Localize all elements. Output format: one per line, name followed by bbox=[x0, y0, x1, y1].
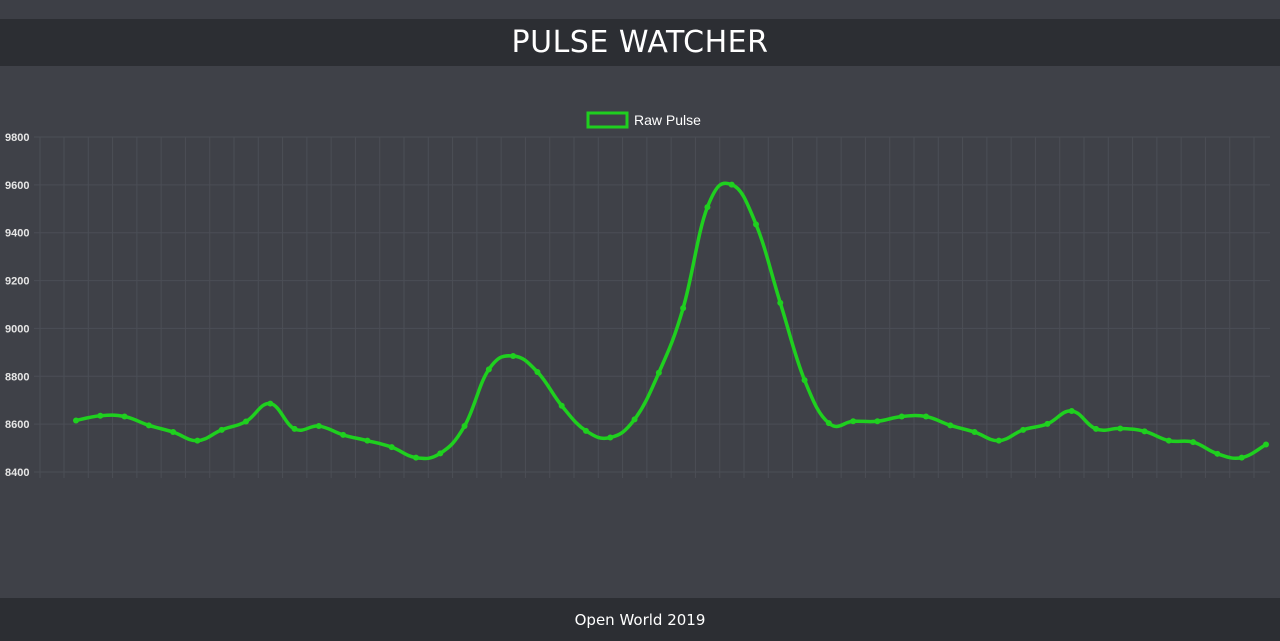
data-point[interactable] bbox=[243, 418, 249, 425]
y-axis: 9800 9600 9400 9200 9000 8800 8600 8400 bbox=[5, 132, 29, 479]
data-point[interactable] bbox=[704, 204, 711, 211]
data-point[interactable] bbox=[728, 181, 735, 188]
data-point[interactable] bbox=[510, 352, 517, 359]
data-point[interactable] bbox=[534, 368, 541, 375]
header-bar: PULSE WATCHER bbox=[0, 19, 1280, 66]
data-point[interactable] bbox=[801, 377, 808, 384]
data-point[interactable] bbox=[631, 416, 638, 423]
chart-area: 9800 9600 9400 9200 9000 8800 8600 8400 Raw Pul… bbox=[0, 66, 1280, 598]
data-point[interactable] bbox=[777, 299, 784, 306]
data-point[interactable] bbox=[947, 422, 954, 429]
data-point[interactable] bbox=[485, 366, 492, 373]
data-point[interactable] bbox=[971, 429, 978, 436]
data-point[interactable] bbox=[753, 221, 759, 228]
data-point[interactable] bbox=[1068, 407, 1075, 414]
y-tick-label: 9000 bbox=[5, 323, 29, 335]
y-tick-label: 9200 bbox=[5, 276, 29, 288]
footer-bar: Open World 2019 bbox=[0, 598, 1280, 641]
data-point[interactable] bbox=[655, 369, 662, 376]
legend-swatch bbox=[586, 111, 629, 129]
data-point[interactable] bbox=[1263, 441, 1269, 448]
data-point[interactable] bbox=[898, 413, 905, 420]
data-point[interactable] bbox=[388, 444, 395, 451]
y-tick-label: 8400 bbox=[5, 467, 29, 479]
data-point[interactable] bbox=[73, 417, 79, 424]
data-point[interactable] bbox=[680, 305, 687, 312]
data-point[interactable] bbox=[121, 413, 128, 420]
y-tick-label: 9800 bbox=[5, 132, 29, 144]
data-point[interactable] bbox=[923, 413, 929, 420]
data-point[interactable] bbox=[1020, 426, 1027, 433]
data-point[interactable] bbox=[607, 434, 614, 441]
data-point[interactable] bbox=[291, 425, 298, 432]
footer-text: Open World 2019 bbox=[574, 610, 706, 629]
data-point[interactable] bbox=[825, 420, 832, 427]
data-point[interactable] bbox=[558, 402, 565, 409]
page-title: PULSE WATCHER bbox=[511, 25, 769, 60]
grid bbox=[34, 136, 1270, 478]
y-tick-label: 8800 bbox=[5, 371, 29, 383]
pulse-chart: 9800 9600 9400 9200 9000 8800 8600 8400 Raw Pul… bbox=[5, 111, 1270, 479]
data-point[interactable] bbox=[874, 418, 881, 425]
data-point[interactable] bbox=[583, 427, 589, 434]
data-point[interactable] bbox=[1117, 425, 1124, 432]
y-tick-label: 8600 bbox=[5, 419, 29, 431]
top-strip bbox=[0, 0, 1280, 19]
data-point[interactable] bbox=[145, 422, 152, 429]
data-point[interactable] bbox=[340, 431, 347, 438]
data-point[interactable] bbox=[413, 454, 419, 461]
data-point[interactable] bbox=[995, 437, 1002, 444]
data-point[interactable] bbox=[850, 418, 857, 425]
y-tick-label: 9600 bbox=[5, 180, 29, 192]
legend[interactable]: Raw Pulse bbox=[586, 111, 701, 129]
data-point[interactable] bbox=[1141, 428, 1148, 435]
data-point[interactable] bbox=[1238, 454, 1245, 461]
data-point[interactable] bbox=[315, 423, 322, 430]
legend-label: Raw Pulse bbox=[634, 112, 701, 128]
data-point[interactable] bbox=[461, 423, 468, 430]
data-point[interactable] bbox=[1165, 437, 1172, 444]
data-point[interactable] bbox=[1190, 439, 1197, 446]
data-point[interactable] bbox=[1214, 450, 1221, 457]
y-tick-label: 9400 bbox=[5, 228, 29, 240]
data-point[interactable] bbox=[194, 437, 201, 444]
data-point[interactable] bbox=[97, 412, 104, 419]
data-point[interactable] bbox=[364, 437, 371, 444]
data-point[interactable] bbox=[1093, 425, 1099, 432]
data-point[interactable] bbox=[170, 429, 177, 436]
data-point[interactable] bbox=[267, 400, 274, 407]
data-point[interactable] bbox=[1044, 420, 1051, 427]
data-point[interactable] bbox=[437, 450, 444, 457]
data-point[interactable] bbox=[218, 426, 225, 433]
